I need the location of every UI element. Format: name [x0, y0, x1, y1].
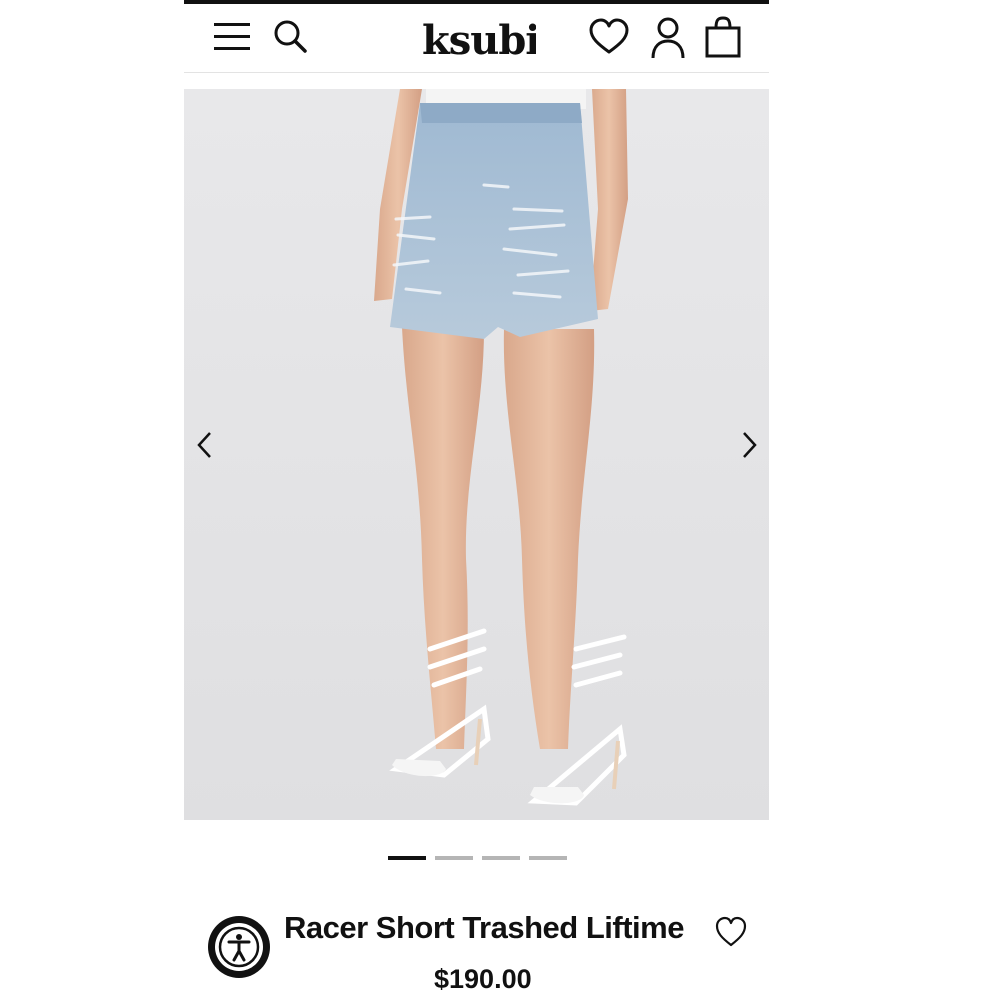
menu-icon[interactable]: [212, 20, 252, 54]
carousel-dot[interactable]: [529, 856, 567, 860]
carousel-dot[interactable]: [388, 856, 426, 860]
product-image: [184, 89, 769, 820]
accessibility-icon: [218, 926, 260, 968]
search-icon[interactable]: [272, 18, 308, 54]
product-title: Racer Short Trashed Liftime: [284, 910, 684, 945]
product-page: ksubi Racer Short Trashed Liftime $190.0…: [184, 0, 769, 1000]
bag-icon[interactable]: [704, 16, 742, 58]
carousel-dot[interactable]: [482, 856, 520, 860]
accessibility-button[interactable]: [208, 916, 270, 978]
brand-logo[interactable]: ksubi: [420, 12, 536, 66]
carousel-indicator: [388, 856, 568, 862]
chevron-right-icon[interactable]: [736, 427, 764, 463]
heart-icon[interactable]: [588, 18, 630, 56]
accessibility-icon-wrapper: [215, 923, 263, 971]
logo-text: ksubi: [422, 17, 536, 64]
product-image-carousel[interactable]: [184, 89, 769, 820]
site-header: ksubi: [184, 4, 769, 72]
product-price: $190.00: [434, 964, 532, 994]
chevron-left-icon[interactable]: [190, 427, 218, 463]
header-divider: [184, 72, 769, 73]
carousel-dot[interactable]: [435, 856, 473, 860]
heart-outline-icon[interactable]: [714, 916, 748, 948]
account-icon[interactable]: [650, 16, 686, 60]
